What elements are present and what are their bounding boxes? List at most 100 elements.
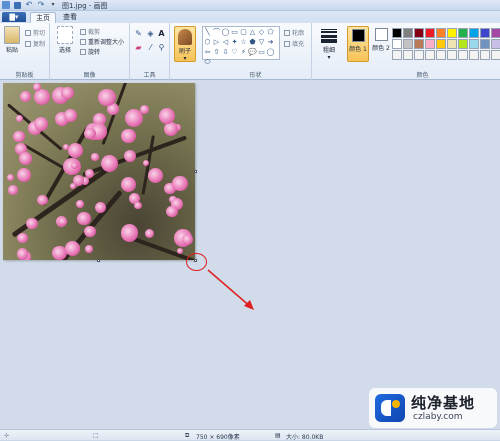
text-tool-icon[interactable]: A — [157, 29, 166, 38]
rotate-button[interactable]: 旋转 — [80, 47, 100, 56]
line-shape-icon[interactable]: ╲ — [203, 27, 212, 37]
left-arrow-shape-icon[interactable]: ◁ — [221, 37, 230, 47]
pencil-icon[interactable]: ✎ — [134, 29, 143, 38]
blossom-shape — [33, 83, 42, 91]
pentagon-shape-icon[interactable]: ⬠ — [266, 27, 275, 37]
image-group: 选择 裁剪 重新调整大小 旋转 图像 — [50, 23, 130, 80]
rectangle-shape-icon[interactable]: ▭ — [230, 27, 239, 37]
select-icon — [57, 26, 73, 44]
down-arrow-shape-icon[interactable]: ⇩ — [221, 47, 230, 57]
blossom-shape — [85, 245, 93, 253]
paint-app-icon[interactable] — [2, 1, 10, 9]
blossom-shape — [71, 162, 78, 169]
brush-dropdown-icon: ▾ — [183, 55, 187, 62]
blossom-shape — [26, 217, 38, 230]
blossom-shape — [84, 225, 97, 238]
title-bar: ↶ ↷ ▾ 图1.jpg - 画图 — [0, 0, 500, 11]
watermark-logo-icon — [375, 394, 405, 422]
blossom-shape — [72, 174, 85, 187]
blossom-shape — [147, 168, 163, 184]
annotation-arrow — [207, 269, 254, 310]
crop-button[interactable]: 裁剪 — [80, 27, 100, 36]
cloud-callout-shape-icon[interactable]: ⬭ — [203, 57, 212, 67]
tab-home[interactable]: 主页 — [30, 12, 56, 23]
curve-shape-icon[interactable]: ⌒ — [212, 27, 221, 37]
quick-access-toolbar: ↶ ↷ ▾ — [2, 1, 57, 9]
heart-shape-icon[interactable]: ♡ — [230, 47, 239, 57]
arrow-shape-icon[interactable]: ➔ — [266, 37, 275, 47]
fill-label: 填充 — [292, 41, 305, 48]
blossom-shape — [64, 109, 77, 122]
tools-group-label: 工具 — [143, 72, 156, 79]
image-group-label: 图像 — [83, 72, 96, 79]
select-label: 选择 — [58, 47, 71, 54]
six-point-shape-icon[interactable]: ⬟ — [248, 37, 257, 47]
add-icon: ⊹ — [4, 432, 10, 439]
shapes-gallery[interactable]: ╲ ⌒ ◯ ▭ ▢ △ ◇ ⬠ ⬡ ▷ ◁ ✦ ☆ ⬟ ▽ ➔ ⇦ ⇧ ⇩ ♡ … — [202, 26, 280, 66]
diamond-shape-icon[interactable]: ◇ — [257, 27, 266, 37]
resize-handle-bottom[interactable] — [97, 259, 100, 262]
clipboard-group-label: 剪贴板 — [15, 72, 34, 79]
blossom-shape — [123, 149, 137, 163]
resize-handle-right[interactable] — [194, 170, 197, 173]
cut-button[interactable]: 剪切 — [25, 28, 45, 37]
tab-view[interactable]: 查看 — [58, 12, 82, 23]
fill-bucket-icon[interactable]: ◈ — [146, 29, 155, 38]
up-arrow-shape-icon[interactable]: ⇧ — [212, 47, 221, 57]
resize-icon — [80, 38, 86, 45]
magnifier-icon[interactable]: ⚲ — [157, 43, 166, 52]
left-block-arrow-shape-icon[interactable]: ⇦ — [203, 47, 212, 57]
blossom-shape — [8, 185, 19, 195]
blossom-shape — [100, 154, 118, 172]
brushes-button[interactable]: 刷子 ▾ — [174, 26, 196, 62]
fill-button[interactable]: 填充 — [284, 39, 304, 48]
blossom-shape — [142, 159, 149, 166]
blossom-shape — [68, 142, 84, 158]
triangle-shape-icon[interactable]: △ — [248, 27, 257, 37]
paste-label: 粘贴 — [5, 47, 18, 54]
watermark-badge: 纯净基地 czlaby.com — [369, 388, 497, 428]
resize-label: 重新调整大小 — [88, 39, 125, 46]
copy-button[interactable]: 复制 — [25, 39, 45, 48]
blossom-shape — [163, 122, 178, 136]
four-point-star-shape-icon[interactable]: ✦ — [230, 37, 239, 47]
outline-button[interactable]: 轮廓 — [284, 28, 304, 37]
file-menu-button[interactable]: ▇▾ — [2, 12, 26, 22]
undo-icon[interactable]: ↶ — [25, 1, 33, 9]
blossom-shape — [133, 201, 142, 210]
blossom-shape — [75, 199, 85, 209]
outline-icon — [284, 29, 290, 36]
colors-group: 颜色 — [345, 23, 500, 80]
select-button[interactable]: 选择 — [55, 26, 75, 54]
size-button[interactable]: 粗细 ▾ — [318, 27, 340, 61]
paste-icon — [4, 26, 20, 44]
rounded-rectangle-shape-icon[interactable]: ▢ — [239, 27, 248, 37]
right-arrow-shape-icon[interactable]: ▷ — [212, 37, 221, 47]
rect-callout-shape-icon[interactable]: ▭ — [257, 47, 266, 57]
resize-button[interactable]: 重新调整大小 — [80, 37, 124, 46]
down-triangle-shape-icon[interactable]: ▽ — [257, 37, 266, 47]
blossom-shape — [120, 224, 139, 242]
file-size-icon: ▤ — [275, 432, 281, 439]
blossom-shape — [158, 107, 175, 124]
blossom-shape — [17, 232, 28, 244]
polygon-shape-icon[interactable]: ⬡ — [203, 37, 212, 47]
copy-icon — [25, 40, 31, 47]
eraser-icon[interactable]: ▰ — [134, 43, 143, 52]
color-picker-icon[interactable]: ⁄ — [146, 43, 155, 52]
shapes-group: ╲ ⌒ ◯ ▭ ▢ △ ◇ ⬠ ⬡ ▷ ◁ ✦ ☆ ⬟ ▽ ➔ ⇦ ⇧ ⇩ ♡ … — [200, 23, 312, 80]
oval-shape-icon[interactable]: ◯ — [221, 27, 230, 37]
save-icon[interactable] — [14, 1, 21, 9]
watermark-title: 纯净基地 — [411, 394, 476, 412]
lightning-shape-icon[interactable]: ⚡ — [239, 47, 248, 57]
callout-shape-icon[interactable]: 💬 — [248, 47, 257, 57]
paste-button[interactable]: 粘贴 — [3, 26, 21, 54]
qat-dropdown-icon[interactable]: ▾ — [49, 1, 57, 9]
oval-callout-shape-icon[interactable]: ◯ — [266, 47, 275, 57]
colors-group-label: 颜色 — [416, 72, 429, 79]
star-shape-icon[interactable]: ☆ — [239, 37, 248, 47]
image-canvas[interactable] — [3, 83, 195, 260]
ribbon: 粘贴 剪切 复制 剪贴板 选择 裁剪 重新调整大小 旋转 图像 ✎ ◈ A ▰ … — [0, 23, 500, 80]
redo-icon[interactable]: ↷ — [37, 1, 45, 9]
shapes-group-label: 形状 — [249, 72, 262, 79]
